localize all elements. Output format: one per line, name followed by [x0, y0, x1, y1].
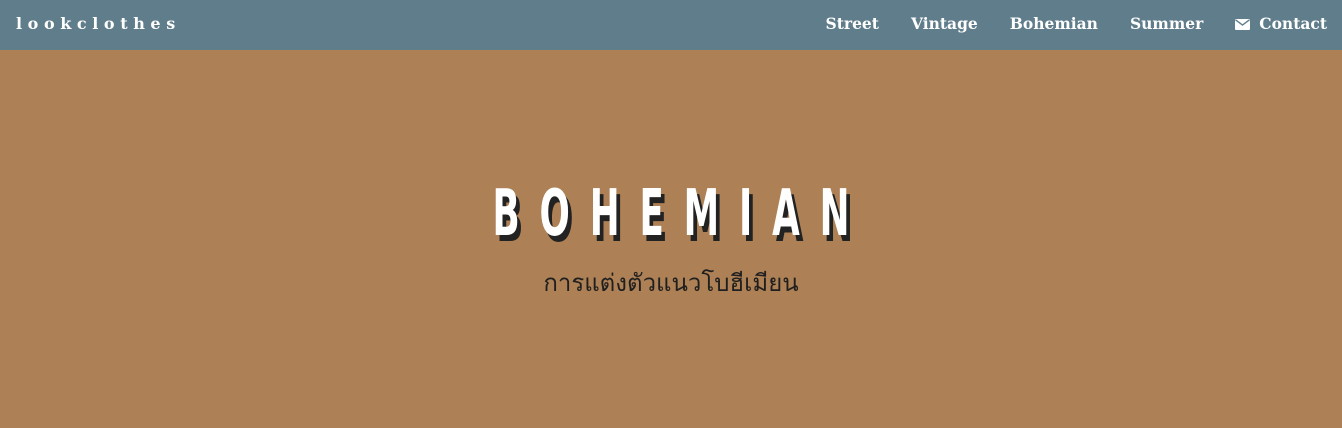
- nav-link-vintage[interactable]: Vintage: [911, 14, 978, 34]
- nav-links: Street Vintage Bohemian Summer Contact: [826, 14, 1327, 34]
- envelope-icon: [1235, 18, 1251, 30]
- brand-logo-link[interactable]: lookclothes: [16, 14, 181, 34]
- top-navbar: lookclothes Street Vintage Bohemian Summ…: [0, 0, 1342, 50]
- hero-banner: BOHEMIAN การแต่งตัวแนวโบฮีเมียน: [0, 50, 1342, 428]
- nav-link-bohemian[interactable]: Bohemian: [1010, 14, 1098, 34]
- nav-link-street[interactable]: Street: [826, 14, 879, 34]
- nav-link-contact-label: Contact: [1259, 14, 1327, 33]
- hero-subtitle: การแต่งตัวแนวโบฮีเมียน: [543, 269, 799, 297]
- nav-link-contact[interactable]: Contact: [1235, 14, 1327, 34]
- hero-title: BOHEMIAN: [492, 177, 870, 251]
- nav-link-summer[interactable]: Summer: [1130, 14, 1203, 34]
